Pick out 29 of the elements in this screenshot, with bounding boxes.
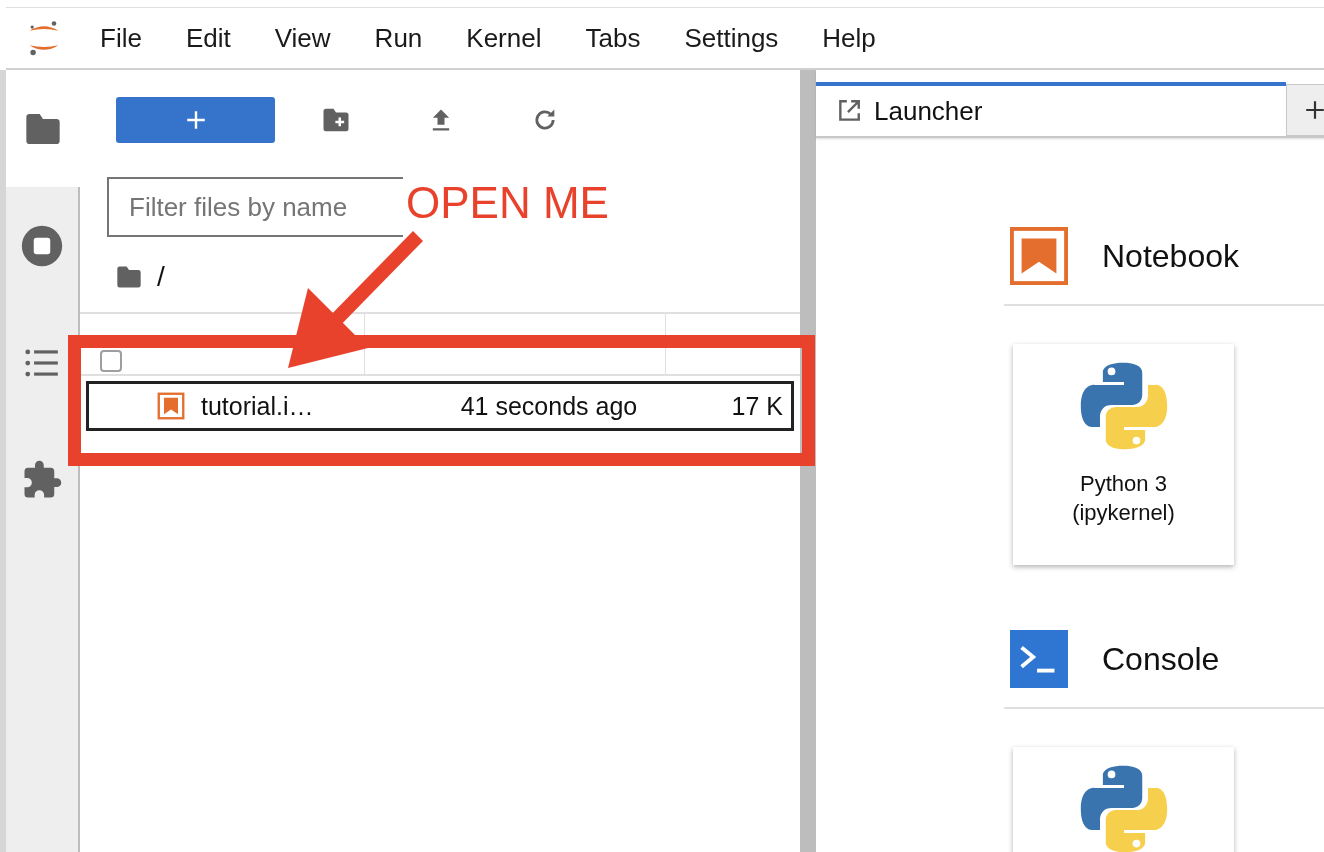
menu-item[interactable]: Edit bbox=[185, 22, 231, 54]
notebook-icon bbox=[1010, 227, 1068, 285]
plus-icon bbox=[184, 109, 207, 131]
file-row[interactable]: tutorial.i… 41 seconds ago 17 K bbox=[86, 381, 794, 431]
notebook-icon bbox=[157, 392, 185, 420]
plus-icon bbox=[1304, 99, 1324, 121]
menu-item[interactable]: Kernel bbox=[466, 22, 542, 54]
breadcrumb-path[interactable]: / bbox=[157, 261, 165, 293]
file-name: tutorial.i… bbox=[201, 391, 314, 421]
stop-icon bbox=[20, 223, 64, 268]
menu-item[interactable]: View bbox=[274, 22, 331, 54]
file-size: 17 K bbox=[731, 391, 783, 421]
select-all-checkbox[interactable] bbox=[100, 350, 122, 372]
menu-item[interactable]: Settings bbox=[684, 22, 779, 54]
launch-icon bbox=[836, 98, 862, 124]
section-title: Notebook bbox=[1102, 237, 1239, 275]
menu-item[interactable]: File bbox=[100, 22, 142, 54]
menu-item[interactable]: Help bbox=[822, 22, 876, 54]
menu-item[interactable]: Run bbox=[374, 22, 423, 54]
kernel-card[interactable]: Python 3 (ipykernel) bbox=[1013, 344, 1234, 565]
console-icon bbox=[1010, 630, 1068, 688]
menu-item[interactable]: Tabs bbox=[585, 22, 641, 54]
section-title: Console bbox=[1102, 640, 1220, 678]
modified-time: 41 seconds ago bbox=[460, 391, 638, 421]
launcher-tab[interactable]: Launcher bbox=[816, 82, 1286, 136]
annotation-text: OPEN ME bbox=[406, 178, 609, 228]
sidebar-tab[interactable] bbox=[6, 70, 80, 187]
filter-field[interactable]: Filter files by name bbox=[107, 177, 403, 237]
add-tab-button[interactable] bbox=[1286, 84, 1324, 136]
